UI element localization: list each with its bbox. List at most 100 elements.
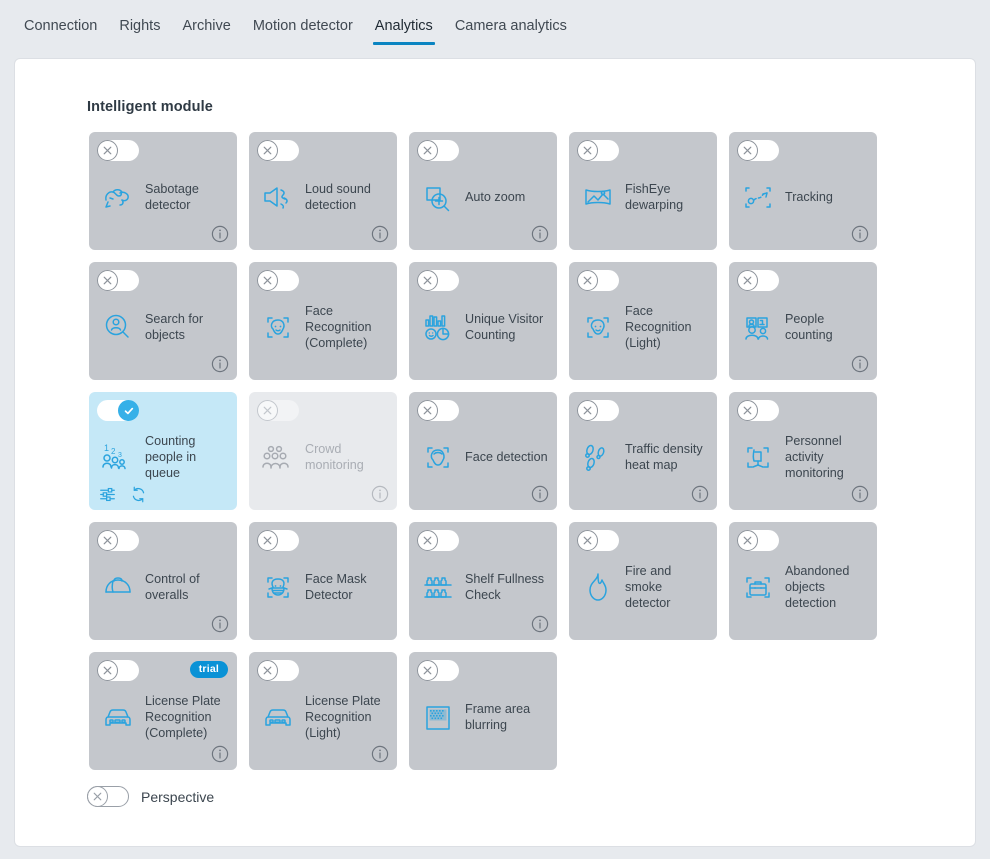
module-card[interactable]: Auto zoom	[409, 132, 557, 250]
module-toggle[interactable]	[257, 140, 299, 161]
toggle-knob	[417, 400, 438, 421]
module-toggle[interactable]	[417, 530, 459, 551]
tab-camera-analytics[interactable]: Camera analytics	[444, 18, 578, 45]
module-card[interactable]: FishEye dewarping	[569, 132, 717, 250]
info-icon[interactable]	[371, 745, 389, 763]
info-icon[interactable]	[851, 485, 869, 503]
module-card[interactable]: Tracking	[729, 132, 877, 250]
people-counting-icon	[738, 307, 778, 347]
info-icon[interactable]	[531, 615, 549, 633]
module-card-body: Abandoned objects detection	[738, 556, 871, 618]
module-toggle[interactable]	[97, 400, 139, 421]
counting-queue-icon: 123	[98, 437, 138, 477]
toggle-knob	[417, 270, 438, 291]
module-toggle[interactable]	[417, 400, 459, 421]
refresh-icon[interactable]	[130, 486, 147, 503]
module-label: Loud sound detection	[305, 182, 371, 212]
module-card[interactable]: Fire and smoke detector	[569, 522, 717, 640]
module-card[interactable]: Face Recognition (Light)	[569, 262, 717, 380]
module-toggle[interactable]	[257, 660, 299, 681]
info-icon[interactable]	[211, 355, 229, 373]
module-toggle[interactable]	[97, 660, 139, 681]
module-label: Auto zoom	[465, 190, 526, 204]
module-toggle[interactable]	[97, 530, 139, 551]
tab-rights[interactable]: Rights	[108, 18, 171, 45]
module-card[interactable]: Loud sound detection	[249, 132, 397, 250]
module-card-body: Loud sound detection	[258, 166, 391, 228]
module-toggle[interactable]	[737, 270, 779, 291]
module-toggle[interactable]	[97, 270, 139, 291]
module-toggle[interactable]	[257, 400, 299, 421]
module-card[interactable]: trial License Plate Recognition (Complete…	[89, 652, 237, 770]
info-icon[interactable]	[531, 225, 549, 243]
info-icon[interactable]	[211, 615, 229, 633]
module-toggle[interactable]	[737, 530, 779, 551]
module-toggle[interactable]	[577, 530, 619, 551]
info-icon[interactable]	[211, 745, 229, 763]
perspective-label: Perspective	[141, 788, 215, 805]
module-label: Control of overalls	[145, 572, 200, 602]
face-detection-icon	[418, 437, 458, 477]
close-icon	[263, 146, 272, 155]
module-card[interactable]: Face Mask Detector	[249, 522, 397, 640]
close-icon	[743, 146, 752, 155]
module-card[interactable]: People counting	[729, 262, 877, 380]
module-card[interactable]: Face Recognition (Complete)	[249, 262, 397, 380]
perspective-toggle[interactable]	[86, 785, 129, 807]
module-toggle[interactable]	[577, 270, 619, 291]
module-toggle[interactable]	[257, 270, 299, 291]
module-card[interactable]: Face detection	[409, 392, 557, 510]
tab-connection[interactable]: Connection	[13, 18, 108, 45]
tab-archive[interactable]: Archive	[171, 18, 241, 45]
module-toggle[interactable]	[577, 400, 619, 421]
module-card[interactable]: 1 2 3 Counting people in queue	[89, 392, 237, 510]
abandoned-bag-icon	[738, 567, 778, 607]
info-icon[interactable]	[851, 355, 869, 373]
info-icon[interactable]	[371, 225, 389, 243]
module-toggle[interactable]	[417, 660, 459, 681]
module-card[interactable]: Control of overalls	[89, 522, 237, 640]
tab-motion-detector[interactable]: Motion detector	[242, 18, 364, 45]
module-label: Face detection	[465, 450, 548, 464]
module-label: Shelf Fullness Check	[465, 572, 545, 602]
settings-sliders-icon[interactable]	[99, 486, 116, 503]
module-toggle[interactable]	[737, 400, 779, 421]
toggle-knob	[257, 270, 278, 291]
module-toggle[interactable]	[97, 140, 139, 161]
module-label: Search for objects	[145, 312, 204, 342]
module-card-body: Personnel activity monitoring	[738, 426, 871, 488]
toggle-knob	[86, 785, 108, 807]
module-toggle[interactable]	[417, 270, 459, 291]
module-card[interactable]: Abandoned objects detection	[729, 522, 877, 640]
module-card[interactable]: Frame area blurring	[409, 652, 557, 770]
info-icon[interactable]	[211, 225, 229, 243]
info-icon[interactable]	[371, 485, 389, 503]
info-icon[interactable]	[691, 485, 709, 503]
module-card[interactable]: Crowd monitoring	[249, 392, 397, 510]
module-card[interactable]: Search for objects	[89, 262, 237, 380]
module-card[interactable]: Personnel activity monitoring	[729, 392, 877, 510]
close-icon	[743, 406, 752, 415]
module-card[interactable]: Traffic density heat map	[569, 392, 717, 510]
module-card[interactable]: Shelf Fullness Check	[409, 522, 557, 640]
module-card[interactable]: Sabotage detector	[89, 132, 237, 250]
module-toggle[interactable]	[577, 140, 619, 161]
info-icon[interactable]	[851, 225, 869, 243]
module-toggle[interactable]	[737, 140, 779, 161]
module-toggle[interactable]	[257, 530, 299, 551]
toggle-knob	[417, 530, 438, 551]
hardhat-icon	[98, 567, 138, 607]
close-icon	[263, 276, 272, 285]
analytics-panel: Intelligent module Sabotage detector Loud…	[14, 58, 976, 847]
toggle-knob	[417, 140, 438, 161]
info-icon[interactable]	[531, 485, 549, 503]
close-icon	[583, 536, 592, 545]
shelf-icon	[418, 567, 458, 607]
module-card[interactable]: Unique Visitor Counting	[409, 262, 557, 380]
module-card-body: Face Mask Detector	[258, 556, 391, 618]
module-toggle[interactable]	[417, 140, 459, 161]
close-icon	[263, 666, 272, 675]
tab-analytics[interactable]: Analytics	[364, 18, 444, 45]
module-card[interactable]: License Plate Recognition (Light)	[249, 652, 397, 770]
toggle-knob	[97, 660, 118, 681]
